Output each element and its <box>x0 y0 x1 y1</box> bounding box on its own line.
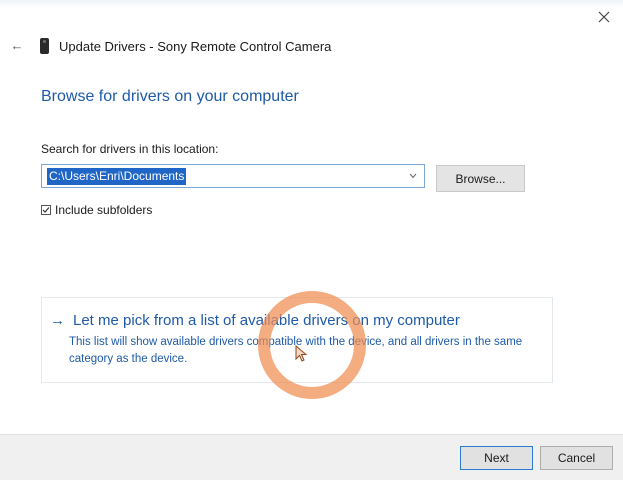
back-button[interactable]: ← <box>8 36 26 54</box>
next-button[interactable]: Next <box>460 446 533 470</box>
driver-path-combobox[interactable]: C:\Users\Enri\Documents <box>41 164 425 188</box>
update-drivers-dialog: ← Update Drivers - Sony Remote Control C… <box>0 0 623 480</box>
back-arrow-icon: ← <box>10 37 24 53</box>
browse-button[interactable]: Browse... <box>436 165 525 192</box>
mouse-cursor-icon <box>295 345 308 362</box>
dialog-footer: Next Cancel <box>0 434 623 480</box>
cancel-button[interactable]: Cancel <box>540 446 613 470</box>
arrow-right-icon: → <box>50 312 65 329</box>
phone-device-icon <box>40 38 49 54</box>
chevron-down-icon[interactable] <box>408 170 418 182</box>
driver-path-value[interactable]: C:\Users\Enri\Documents <box>47 167 187 185</box>
close-button[interactable] <box>593 6 615 28</box>
dialog-title: Update Drivers - Sony Remote Control Cam… <box>59 38 332 54</box>
pick-option-title-row[interactable]: → Let me pick from a list of available d… <box>50 312 460 329</box>
dialog-title-row: Update Drivers - Sony Remote Control Cam… <box>40 36 331 56</box>
title-bar-fade <box>0 0 623 8</box>
page-heading: Browse for drivers on your computer <box>41 88 299 105</box>
include-subfolders-checkbox[interactable] <box>41 205 51 215</box>
include-subfolders-row[interactable]: Include subfolders <box>41 203 152 217</box>
search-location-label: Search for drivers in this location: <box>41 142 219 156</box>
cursor-highlight-ring <box>258 291 366 399</box>
check-icon <box>42 207 50 213</box>
include-subfolders-label: Include subfolders <box>55 203 153 217</box>
close-icon <box>598 11 610 23</box>
